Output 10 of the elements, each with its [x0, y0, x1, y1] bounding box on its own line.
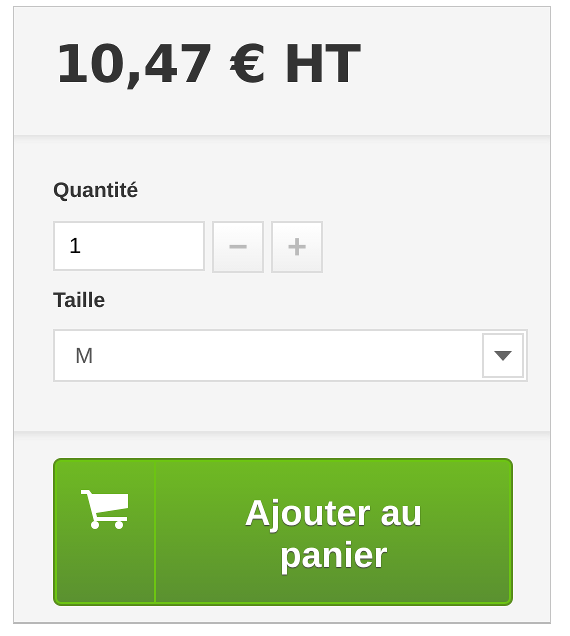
size-label: Taille [53, 289, 106, 313]
caret-icon [494, 350, 512, 360]
quantity-label: Quantité [53, 179, 138, 203]
add-to-cart-button[interactable]: Ajouter au panier [53, 458, 513, 606]
cart-icon [80, 488, 128, 530]
quantity-field[interactable]: 1 [53, 221, 205, 271]
decrement-button[interactable]: − [212, 221, 264, 273]
size-select[interactable]: M [53, 329, 528, 382]
price: 10,47 € HT [54, 35, 360, 95]
increment-button[interactable]: + [271, 221, 323, 273]
